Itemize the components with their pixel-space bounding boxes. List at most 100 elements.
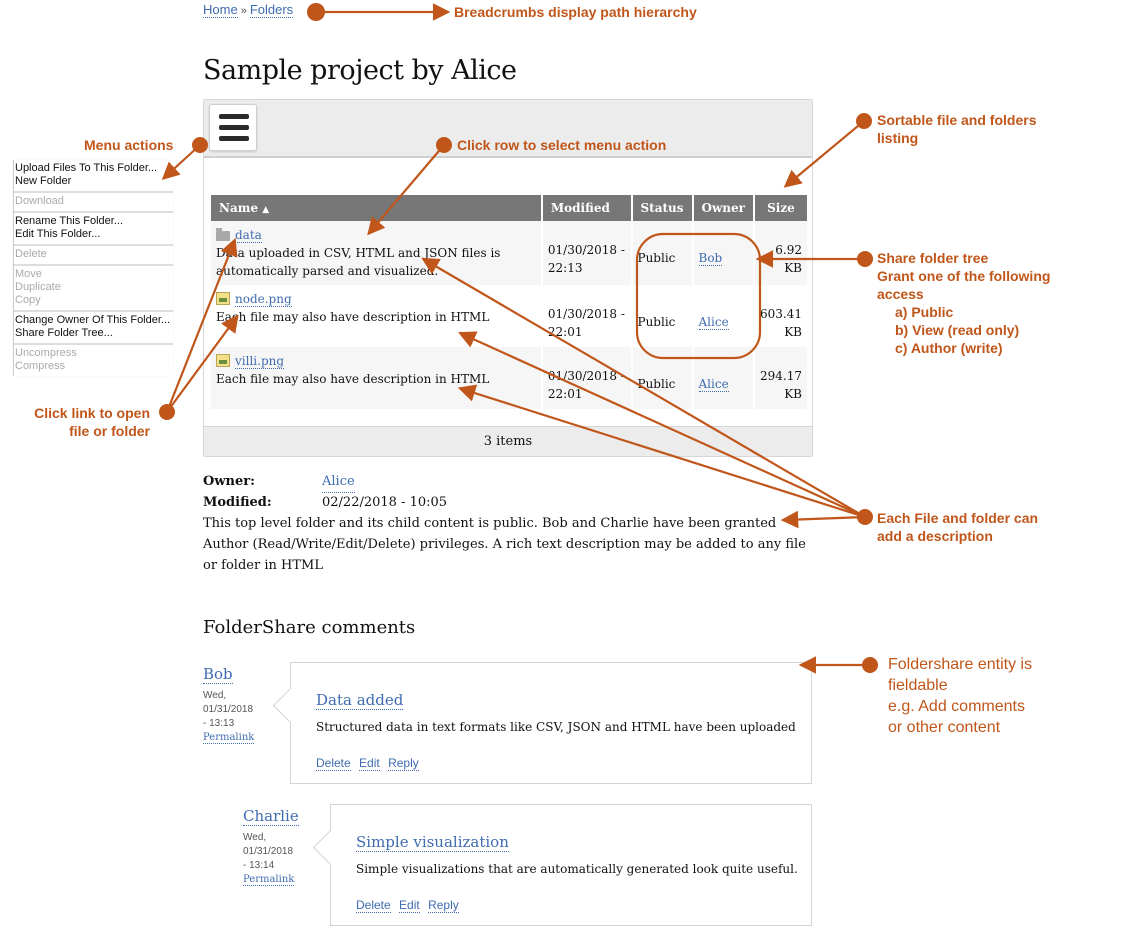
comment-author-link[interactable]: Bob xyxy=(203,665,233,684)
menu-item-uncompress: Uncompress xyxy=(15,347,77,359)
comment-delete-link[interactable]: Delete xyxy=(316,756,351,771)
menu-group: Delete xyxy=(14,246,173,266)
comment-permalink[interactable]: Permalink xyxy=(243,874,295,886)
annotation-line: add a description xyxy=(877,528,993,544)
folder-icon xyxy=(216,228,230,241)
file-link[interactable]: data xyxy=(235,228,262,243)
annotation-line: Grant one of the following xyxy=(877,268,1051,284)
comment-box: Data added Structured data in text forma… xyxy=(290,662,812,784)
comment-reply-link[interactable]: Reply xyxy=(428,898,459,913)
annotation-dot xyxy=(857,251,873,267)
comment-subject-link[interactable]: Data added xyxy=(316,691,404,710)
modified-row: Modified: 02/22/2018 - 10:05 xyxy=(203,493,813,513)
page-title: Sample project by Alice xyxy=(203,55,517,86)
comment-subject-link[interactable]: Simple visualization xyxy=(356,833,509,852)
comment-delete-link[interactable]: Delete xyxy=(356,898,391,913)
column-name-label: Name xyxy=(219,201,259,215)
size-value: 294.17 xyxy=(760,369,802,383)
annotation-dot xyxy=(856,113,872,129)
annotation-line: Click link to open xyxy=(34,405,150,421)
breadcrumb-folders-link[interactable]: Folders xyxy=(249,2,294,18)
modified-time: 22:01 xyxy=(547,325,583,339)
annotation-line: Sortable file and folders xyxy=(877,112,1037,128)
comment-author-link[interactable]: Charlie xyxy=(243,807,299,826)
owner-cell: Alice xyxy=(693,347,753,409)
size-unit: KB xyxy=(784,325,802,339)
breadcrumb-home-link[interactable]: Home xyxy=(203,2,238,18)
hamburger-menu-icon xyxy=(219,114,249,119)
folder-details: Owner: Alice Modified: 02/22/2018 - 10:0… xyxy=(203,472,813,576)
annotation-dot xyxy=(857,509,873,525)
table-row[interactable]: data Data uploaded in CSV, HTML and JSON… xyxy=(211,221,807,285)
comment-permalink[interactable]: Permalink xyxy=(203,732,255,744)
annotation-line: b) View (read only) xyxy=(895,322,1020,338)
sort-ascending-icon: ▲ xyxy=(262,205,270,215)
comment-actions: Delete Edit Reply xyxy=(316,756,424,771)
menu-item-change-owner[interactable]: Change Owner Of This Folder... xyxy=(15,314,172,327)
menu-group: Rename This Folder... Edit This Folder..… xyxy=(14,213,173,246)
status-cell: Public xyxy=(632,285,692,347)
annotation-dot xyxy=(862,657,878,673)
annotation-line: listing xyxy=(877,130,919,146)
annotation-dot xyxy=(307,3,325,21)
folder-description: This top level folder and its child cont… xyxy=(203,516,806,573)
table-header-row: Name ▲ Modified Status Owner Size xyxy=(211,195,807,221)
annotation-breadcrumbs: Breadcrumbs display path hierarchy xyxy=(454,4,697,20)
owner-link[interactable]: Alice xyxy=(698,377,729,392)
annotation-fieldable: Foldershare entity is fieldable e.g. Add… xyxy=(888,654,1032,738)
menu-item-upload-files[interactable]: Upload Files To This Folder... xyxy=(15,162,172,175)
modified-date: 01/30/2018 - xyxy=(547,369,625,383)
comment-edit-link[interactable]: Edit xyxy=(399,898,420,913)
menu-group: Uncompress Compress xyxy=(14,345,173,376)
status-cell: Public xyxy=(632,347,692,409)
column-header-size[interactable]: Size xyxy=(754,195,807,221)
file-link[interactable]: villi.png xyxy=(235,354,285,369)
annotation-line: fieldable xyxy=(888,677,948,694)
annotation-menu-actions: Menu actions xyxy=(84,137,174,153)
menu-item-share-folder-tree[interactable]: Share Folder Tree... xyxy=(15,327,172,340)
comment-day: Wed, xyxy=(203,690,227,701)
modified-time: 22:13 xyxy=(547,261,583,275)
file-link[interactable]: node.png xyxy=(235,292,292,307)
menu-item-rename-folder[interactable]: Rename This Folder... xyxy=(15,215,172,228)
comments-title: FolderShare comments xyxy=(203,617,416,638)
column-header-name[interactable]: Name ▲ xyxy=(211,195,541,221)
modified-date: 01/30/2018 - xyxy=(547,243,625,257)
modified-cell: 01/30/2018 - 22:01 xyxy=(542,347,631,409)
menu-item-duplicate: Duplicate xyxy=(15,281,61,293)
size-cell: 603.41 KB xyxy=(754,285,807,347)
folder-owner-link[interactable]: Alice xyxy=(322,472,355,493)
table-row[interactable]: node.png Each file may also have descrip… xyxy=(211,285,807,347)
owner-link[interactable]: Bob xyxy=(698,251,723,266)
table-row[interactable]: villi.png Each file may also have descri… xyxy=(211,347,807,409)
item-count: 3 items xyxy=(204,426,812,456)
menu-item-edit-folder[interactable]: Edit This Folder... xyxy=(15,228,172,241)
column-header-status[interactable]: Status xyxy=(632,195,692,221)
annotation-share-tree: Share folder tree Grant one of the follo… xyxy=(877,249,1050,357)
annotation-description: Each File and folder can add a descripti… xyxy=(877,509,1038,545)
comment-date: 01/31/2018 xyxy=(243,846,294,857)
comment-time: - 13:14 xyxy=(243,860,275,871)
annotation-line: file or folder xyxy=(69,423,150,439)
breadcrumb-separator: » xyxy=(240,5,247,17)
menu-item-new-folder[interactable]: New Folder xyxy=(15,175,172,188)
owner-cell: Bob xyxy=(693,221,753,285)
comment-reply-link[interactable]: Reply xyxy=(388,756,419,771)
file-description: Data uploaded in CSV, HTML and JSON file… xyxy=(216,246,501,278)
column-header-owner[interactable]: Owner xyxy=(693,195,753,221)
breadcrumb: Home» Folders xyxy=(203,2,294,18)
annotation-dot xyxy=(159,404,175,420)
menu-item-download: Download xyxy=(15,195,64,207)
comment-edit-link[interactable]: Edit xyxy=(359,756,380,771)
comment-time: - 13:13 xyxy=(203,718,235,729)
modified-cell: 01/30/2018 - 22:01 xyxy=(542,285,631,347)
name-cell: node.png Each file may also have descrip… xyxy=(211,285,541,347)
owner-label: Owner: xyxy=(203,474,255,489)
annotation-line: a) Public xyxy=(895,304,954,320)
owner-link[interactable]: Alice xyxy=(698,315,729,330)
menu-item-move: Move xyxy=(15,268,42,280)
status-cell: Public xyxy=(632,221,692,285)
annotation-line: access xyxy=(877,286,924,302)
menu-button[interactable] xyxy=(209,104,257,151)
column-header-modified[interactable]: Modified xyxy=(542,195,631,221)
